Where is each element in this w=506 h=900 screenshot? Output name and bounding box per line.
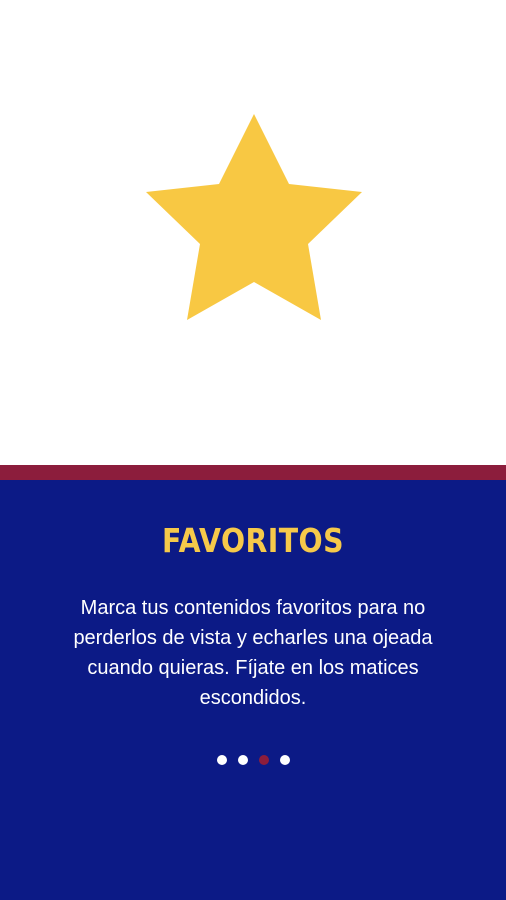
page-indicator xyxy=(0,755,506,765)
description-text: Marca tus contenidos favoritos para no p… xyxy=(73,597,433,709)
page-title: FAVORITOS xyxy=(162,521,344,560)
star-icon xyxy=(146,114,362,320)
page-dot-4[interactable] xyxy=(279,755,290,765)
hero-area xyxy=(0,0,506,465)
page-dot-3-active[interactable] xyxy=(258,755,269,765)
page-dot-2[interactable] xyxy=(237,755,248,765)
accent-divider xyxy=(0,465,506,480)
page-dot-1[interactable] xyxy=(216,755,227,765)
